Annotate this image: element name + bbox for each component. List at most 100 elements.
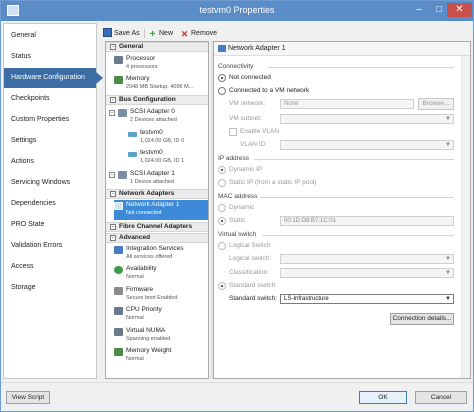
cpu-priority-icon [114,307,123,315]
virtual-switch-group-label: Virtual switch [218,231,257,238]
connected-vm-network-radio[interactable] [218,87,226,95]
tree-section-bus-configuration[interactable]: - Bus Configuration [106,95,208,105]
nav-item-storage[interactable]: Storage [4,278,96,298]
tree-item-scsi-adapter-1[interactable]: SCSI Adapter 1 1 Device attached [118,169,208,189]
remove-button[interactable]: ✕ Remove [180,28,217,39]
standard-switch-radio[interactable] [218,282,226,290]
enable-vlan-checkbox[interactable] [229,128,237,136]
hard-disk-icon [128,152,137,157]
dynamic-mac-radio[interactable] [218,204,226,212]
window-title: testvm0 Properties [199,5,275,15]
static-ip-label: Static IP (from a static IP pool) [229,179,317,186]
chevron-down-icon: ▼ [445,142,451,148]
hardware-tree: - General Processor 4 processors Memory 2… [105,41,209,379]
tree-item-availability[interactable]: Availability Normal [114,264,208,284]
dynamic-ip-radio[interactable] [218,166,226,174]
maximize-button[interactable]: □ [429,3,449,17]
connected-vm-network-label: Connected to a VM network [229,87,310,94]
hardware-toolbar: Save As + New ✕ Remove [101,27,471,40]
standard-switch-dropdown[interactable]: LS-Infrastructure ▼ [280,294,454,304]
nav-item-servicing-windows[interactable]: Servicing Windows [4,173,96,193]
tree-item-processor[interactable]: Processor 4 processors [114,54,208,74]
scsi-adapter-icon [118,109,127,117]
chevron-down-icon: ▼ [445,116,451,122]
plus-icon: + [149,29,156,40]
group-divider [268,67,454,68]
firmware-icon [114,287,123,295]
chevron-down-icon: ▼ [445,256,451,262]
left-navigation: General Status Hardware Configuration Ch… [3,23,103,379]
vm-network-field[interactable]: None [280,99,414,109]
nav-item-dependencies[interactable]: Dependencies [4,194,96,214]
browse-button[interactable]: Browse... [418,98,454,110]
dynamic-mac-label: Dynamic [229,204,255,211]
logical-switch-dropdown[interactable]: ▼ [280,254,454,264]
tree-item-firmware[interactable]: Firmware Secure boot Enabled [114,285,208,305]
logical-switch-radio[interactable] [218,242,226,250]
properties-window: testvm0 Properties – □ ✕ General Status … [0,0,474,412]
nav-item-general[interactable]: General [4,26,96,46]
nav-item-custom-properties[interactable]: Custom Properties [4,110,96,130]
dynamic-ip-label: Dynamic IP [229,166,263,173]
logical-switch-label: Logical switch: [229,255,272,262]
new-button[interactable]: + New [148,28,173,40]
tree-item-scsi-adapter-0[interactable]: SCSI Adapter 0 2 Devices attached [118,107,208,127]
static-mac-field[interactable]: 00:1D:D8:B7:1C:01 [280,216,454,226]
static-mac-label: Static [229,217,246,224]
static-ip-radio[interactable] [218,179,226,187]
tree-item-integration-services[interactable]: Integration Services All services offere… [114,244,208,264]
classification-dropdown[interactable]: ▼ [280,268,454,278]
memory-icon [114,76,123,84]
scsi-adapter-icon [118,171,127,179]
cancel-button[interactable]: Cancel [415,391,467,404]
nav-item-pro-state[interactable]: PRO State [4,215,96,235]
tree-section-fibre-channel-adapters[interactable]: - Fibre Channel Adapters [106,222,208,232]
tree-section-general[interactable]: - General [106,42,208,52]
tree-item-disk-0[interactable]: testvm0 1,024.00 GB, ID 0 [128,128,208,148]
footer-divider [1,382,473,383]
tree-item-memory-weight[interactable]: Memory Weight Normal [114,346,208,366]
enable-vlan-label: Enable VLAN [240,128,280,135]
nav-item-access[interactable]: Access [4,257,96,277]
save-as-button[interactable]: Save As [103,28,140,39]
collapse-icon[interactable]: - [109,110,115,116]
hard-disk-icon [128,132,137,137]
static-mac-radio[interactable] [218,217,226,225]
panel-title: Network Adapter 1 [228,45,286,52]
collapse-icon: - [110,224,116,230]
nav-item-actions[interactable]: Actions [4,152,96,172]
tree-item-network-adapter-1[interactable]: Network Adapter 1 Not connected [114,200,208,220]
collapse-icon[interactable]: - [109,172,115,178]
nav-item-checkpoints[interactable]: Checkpoints [4,89,96,109]
not-connected-radio[interactable] [218,74,226,82]
connection-details-button[interactable]: Connection details... [390,313,454,325]
classification-label: Classification: [229,269,270,276]
tree-section-advanced[interactable]: - Advanced [106,233,208,243]
panel-scrollbar[interactable] [461,56,470,378]
virtual-numa-icon [114,328,123,336]
nav-item-hardware-configuration[interactable]: Hardware Configuration [4,68,103,88]
tree-section-network-adapters[interactable]: - Network Adapters [106,189,208,199]
tree-item-memory[interactable]: Memory 2048 MB Startup, 4096 M... [114,74,208,94]
network-adapter-icon [114,202,123,210]
tree-item-virtual-numa[interactable]: Virtual NUMA Spanning enabled [114,326,208,346]
not-connected-label: Not connected [229,74,271,81]
vm-subnet-dropdown[interactable]: ▼ [280,114,454,124]
collapse-icon: - [110,235,116,241]
integration-services-icon [114,246,123,254]
minimize-button[interactable]: – [409,3,429,17]
nav-item-validation-errors[interactable]: Validation Errors [4,236,96,256]
network-adapter-panel: Network Adapter 1 Connectivity Not conne… [213,41,471,379]
close-button[interactable]: ✕ [447,3,472,17]
nav-item-settings[interactable]: Settings [4,131,96,151]
nav-item-status[interactable]: Status [4,47,96,67]
chevron-down-icon: ▼ [445,296,451,302]
availability-icon [114,266,123,274]
ok-button[interactable]: OK [359,391,407,404]
collapse-icon: - [110,191,116,197]
tree-item-cpu-priority[interactable]: CPU Priority Normal [114,305,208,325]
vlan-id-dropdown[interactable]: ▼ [280,140,454,150]
vm-subnet-label: VM subnet: [229,115,262,122]
view-script-button[interactable]: View Script [6,391,50,404]
tree-item-disk-1[interactable]: testvm0 1,024.00 GB, ID 1 [128,148,208,168]
